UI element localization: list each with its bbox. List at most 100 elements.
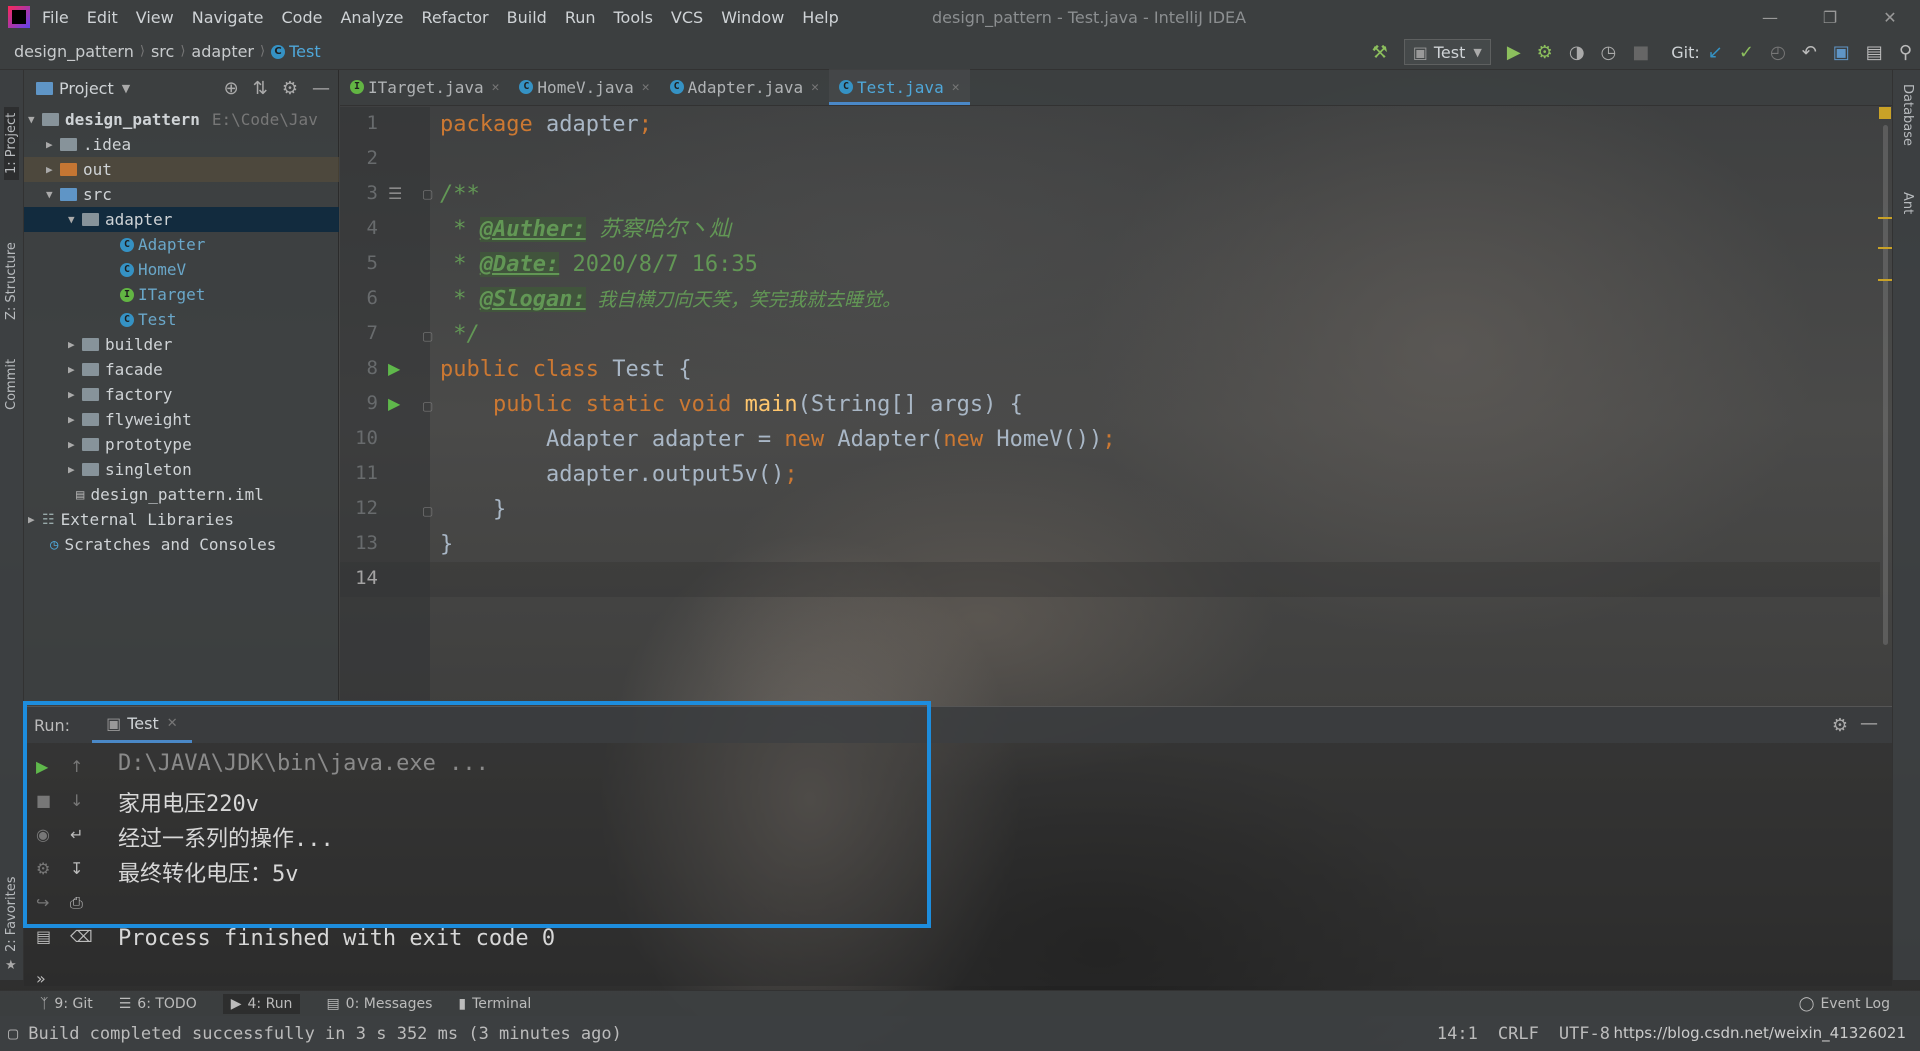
tab-itarget[interactable]: I ITarget.java ✕ [340,69,509,105]
fold-icon[interactable]: ▢ [422,399,433,413]
tree-item-adapter[interactable]: ▼ adapter [24,207,339,232]
tree-item-root[interactable]: ▼ design_pattern E:\Code\Jav [28,107,339,132]
menu-file[interactable]: File [42,8,69,27]
tab-project-tool[interactable]: 1: Project [4,106,19,180]
tab-database-tool[interactable]: Database [1900,84,1915,146]
tree-item-idea[interactable]: ▶ .idea [46,132,131,157]
tree-item-builder[interactable]: ▶ builder [68,332,172,357]
trash-icon[interactable]: ⌫ [70,927,93,946]
menu-vcs[interactable]: VCS [671,8,703,27]
doc-render-icon[interactable]: ☰ [388,184,402,203]
search-icon[interactable]: ⚲ [1899,42,1912,63]
breadcrumb-test[interactable]: Test [289,42,321,61]
tool-event-log[interactable]: ◯ Event Log [1799,996,1890,1012]
fold-icon[interactable]: ▢ [422,187,433,201]
menu-window[interactable]: Window [721,8,784,27]
breadcrumb-adapter[interactable]: adapter [191,42,254,61]
tree-item-flyweight[interactable]: ▶ flyweight [68,407,192,432]
tab-adapter[interactable]: C Adapter.java ✕ [660,69,829,105]
tree-item-scratches[interactable]: ◷ Scratches and Consoles [50,532,276,557]
stop-icon[interactable]: ■ [1632,42,1649,63]
close-icon[interactable]: ✕ [1860,8,1920,27]
editor-scrollbar[interactable] [1878,107,1892,647]
tab-structure-tool[interactable]: Z: Structure [4,242,19,320]
tree-item-adapter-class[interactable]: C Adapter [120,232,205,257]
tool-run[interactable]: ▶ 4: Run [222,993,301,1014]
tree-item-external-libraries[interactable]: ▶ ☷ External Libraries [28,507,234,532]
tree-item-itarget-interface[interactable]: I ITarget [120,282,205,307]
hide-icon[interactable]: — [312,78,330,99]
status-message[interactable]: Build completed successfully in 3 s 352 … [28,1024,622,1044]
tab-ant-tool[interactable]: Ant [1900,192,1915,214]
git-update-icon[interactable]: ↙ [1708,42,1723,63]
tool-terminal[interactable]: ▮ Terminal [458,996,531,1012]
warning-marker[interactable] [1878,217,1892,219]
minimize-icon[interactable]: — [1740,8,1800,27]
inspection-status-icon[interactable] [1879,107,1891,119]
code-editor[interactable]: package adapter; /** * @Auther: 苏察哈尔丶灿 *… [440,107,1880,700]
status-toggle-icon[interactable]: ▢ [8,1024,18,1044]
run-gutter-icon[interactable]: ▶ [388,394,400,413]
tool-todo[interactable]: ☰ 6: TODO [119,996,197,1012]
caret-position[interactable]: 14:1 [1437,1024,1478,1044]
close-tab-icon[interactable]: ✕ [492,80,500,95]
tab-commit-tool[interactable]: Commit [4,359,19,410]
rollback-icon[interactable]: ↶ [1802,42,1817,63]
tab-homev[interactable]: C HomeV.java ✕ [509,69,659,105]
tree-item-singleton[interactable]: ▶ singleton [68,457,192,482]
menu-tools[interactable]: Tools [614,8,653,27]
menu-navigate[interactable]: Navigate [192,8,264,27]
tab-test[interactable]: C Test.java ✕ [829,69,970,105]
tree-item-out[interactable]: ▶ out [24,157,339,182]
menu-code[interactable]: Code [282,8,323,27]
tree-item-iml[interactable]: ▤ design_pattern.iml [76,482,264,507]
menu-build[interactable]: Build [507,8,547,27]
warning-marker[interactable] [1878,279,1892,281]
layout-icon[interactable]: ▤ [36,927,51,946]
tool-git[interactable]: ᛉ 9: Git [40,996,93,1012]
breadcrumb-src[interactable]: src [151,42,174,61]
more-icon[interactable]: » [36,969,46,988]
debug-icon[interactable]: ⚙ [1537,42,1553,63]
tree-item-prototype[interactable]: ▶ prototype [68,432,192,457]
collapse-all-icon[interactable]: ⇅ [253,78,268,99]
fold-icon[interactable]: ▢ [422,504,433,518]
menu-refactor[interactable]: Refactor [422,8,489,27]
scrollbar-thumb[interactable] [1883,125,1888,645]
run-gutter-icon[interactable]: ▶ [388,359,400,378]
run-configuration-select[interactable]: ▣ Test ▼ [1403,39,1491,65]
restore-icon[interactable]: ❐ [1800,8,1860,27]
hide-icon[interactable]: — [1860,713,1878,734]
tab-favorites-tool[interactable]: 2: Favorites [4,876,19,952]
menu-analyze[interactable]: Analyze [340,8,403,27]
build-hammer-icon[interactable]: ⚒ [1372,42,1388,63]
file-encoding[interactable]: UTF-8 [1559,1024,1610,1044]
warning-marker[interactable] [1878,247,1892,249]
tree-item-factory[interactable]: ▶ factory [68,382,172,407]
breadcrumb-project[interactable]: design_pattern [14,42,134,61]
presentation-icon[interactable]: ▤ [1866,42,1883,63]
menu-edit[interactable]: Edit [87,8,118,27]
coverage-icon[interactable]: ◑ [1569,42,1585,63]
menu-run[interactable]: Run [565,8,596,27]
run-icon[interactable]: ▶ [1507,42,1521,63]
close-tab-icon[interactable]: ✕ [811,80,819,95]
menu-view[interactable]: View [136,8,174,27]
line-separator[interactable]: CRLF [1498,1024,1539,1044]
tree-item-src[interactable]: ▼ src [46,182,112,207]
git-commit-icon[interactable]: ✓ [1739,42,1754,63]
gear-icon[interactable]: ⚙ [282,78,298,99]
profile-icon[interactable]: ◷ [1601,42,1617,63]
tree-item-homev-class[interactable]: C HomeV [120,257,186,282]
close-tab-icon[interactable]: ✕ [952,80,960,95]
gear-icon[interactable]: ⚙ [1832,715,1848,736]
close-tab-icon[interactable]: ✕ [642,80,650,95]
menu-help[interactable]: Help [802,8,838,27]
tree-item-facade[interactable]: ▶ facade [68,357,163,382]
locate-icon[interactable]: ⊕ [224,78,239,99]
project-structure-icon[interactable]: ▣ [1833,42,1850,63]
git-history-icon[interactable]: ◴ [1770,42,1786,63]
fold-icon[interactable]: ▢ [422,329,433,343]
tool-messages[interactable]: ▤ 0: Messages [326,996,432,1012]
tree-item-test-class[interactable]: C Test [120,307,177,332]
